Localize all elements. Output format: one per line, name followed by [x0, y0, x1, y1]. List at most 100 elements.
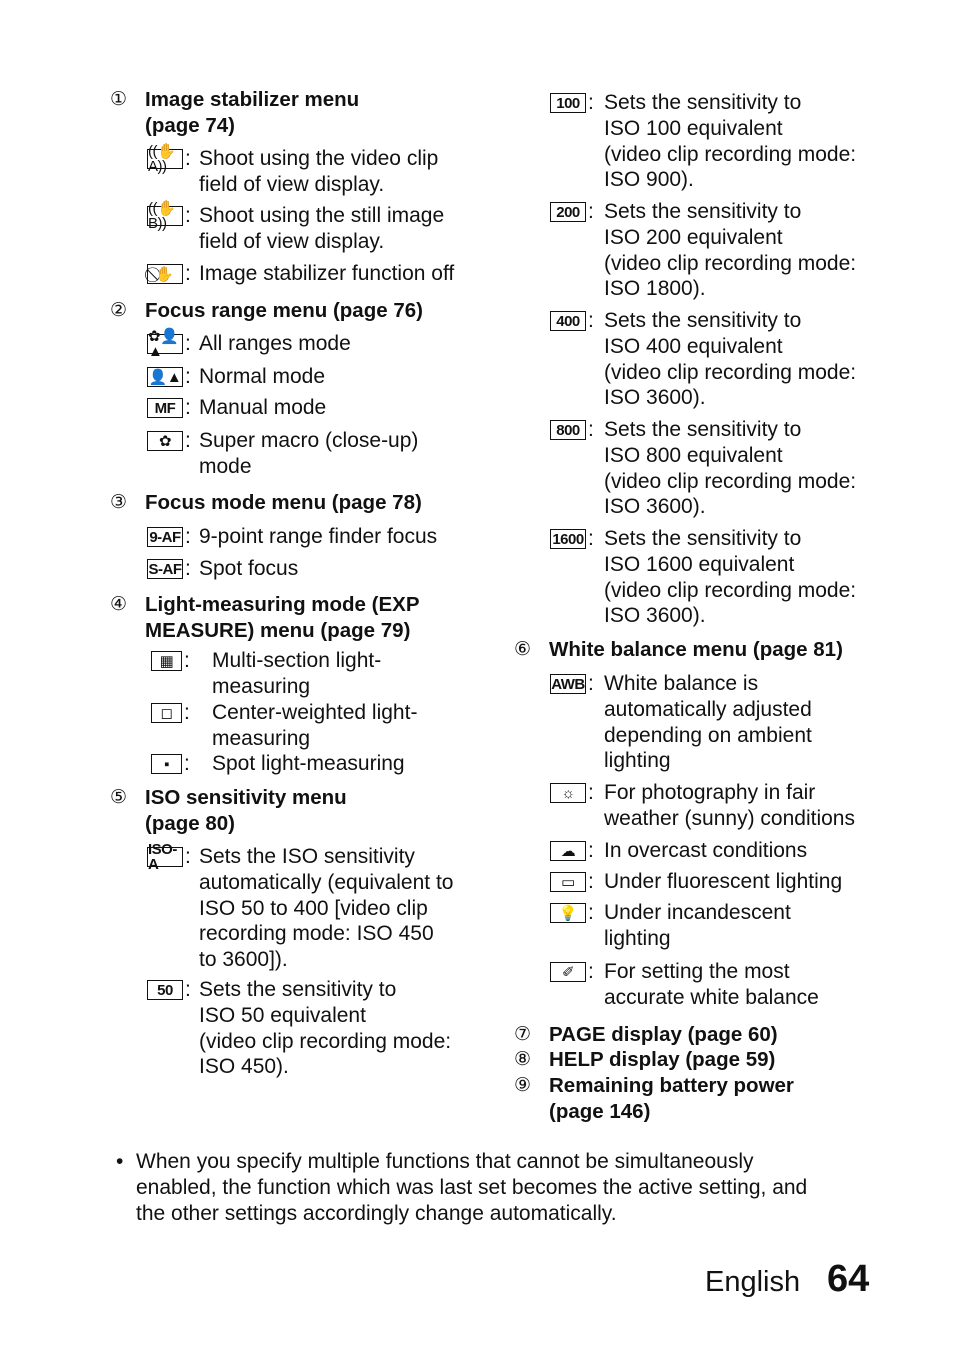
- item-description: For photography in fair: [604, 781, 816, 804]
- item-description: Sets the sensitivity to: [604, 200, 802, 223]
- colon: :: [185, 978, 191, 1001]
- colon: :: [185, 262, 191, 285]
- item-description: (video clip recording mode:: [199, 1029, 452, 1053]
- section-heading: Focus mode menu (page 78): [145, 491, 422, 514]
- super-macro-icon: ✿: [147, 431, 183, 451]
- item-description: (video clip recording mode:: [604, 142, 857, 166]
- section-heading: PAGE display (page 60): [549, 1023, 778, 1046]
- section-number: ⑥: [514, 639, 532, 660]
- footer-language: English: [705, 1266, 801, 1298]
- colon: :: [185, 557, 191, 580]
- item-description: recording mode: ISO 450: [199, 922, 434, 946]
- iso-auto-icon: ISO-A: [147, 842, 183, 872]
- section-number: ②: [110, 300, 128, 321]
- item-description: Sets the sensitivity to: [604, 91, 802, 114]
- spot-metering-icon: ▪: [151, 754, 182, 774]
- iso-400-icon: 400: [550, 311, 586, 331]
- item-description: measuring: [212, 726, 311, 750]
- colon: :: [184, 649, 190, 672]
- section-heading: Focus range menu (page 76): [145, 299, 423, 322]
- item-description: (video clip recording mode:: [604, 360, 857, 384]
- center-weighted-metering-icon: ◻: [151, 703, 182, 723]
- section-number: ③: [110, 492, 128, 513]
- colon: :: [588, 901, 594, 924]
- item-description: Shoot using the video clip: [199, 147, 439, 170]
- colon: :: [184, 752, 190, 775]
- colon: :: [185, 525, 191, 548]
- section-heading: (page 80): [145, 811, 235, 835]
- item-description: White balance is: [604, 672, 759, 695]
- item-description: ISO 200 equivalent: [604, 225, 783, 249]
- section-number: ⑨: [514, 1075, 532, 1096]
- all-ranges-icon: ✿👤▲: [147, 329, 183, 359]
- colon: :: [185, 204, 191, 227]
- item-description: (video clip recording mode:: [604, 251, 857, 275]
- item-description: field of view display.: [199, 172, 385, 196]
- colon: :: [185, 332, 191, 355]
- 9-point-af-icon: 9-AF: [147, 527, 183, 547]
- item-description: ISO 450).: [199, 1055, 289, 1079]
- item-description: Multi-section light-: [212, 649, 382, 672]
- item-description: (video clip recording mode:: [604, 469, 857, 493]
- section-heading: MEASURE) menu (page 79): [145, 618, 411, 642]
- item-description: (video clip recording mode:: [604, 578, 857, 602]
- item-description: Shoot using the still image: [199, 204, 445, 227]
- section-number: ⑦: [514, 1024, 532, 1045]
- colon: :: [588, 418, 594, 441]
- fluorescent-icon: ▭: [550, 872, 586, 892]
- item-description: Manual mode: [199, 396, 327, 419]
- item-description: Sets the sensitivity to: [604, 527, 802, 550]
- auto-white-balance-icon: AWB: [550, 674, 586, 694]
- item-description: ISO 50 equivalent: [199, 1003, 366, 1027]
- sunny-icon: ☼: [550, 783, 586, 803]
- stabilizer-off-icon: ⃠✋: [147, 264, 183, 284]
- normal-mode-icon: 👤▲: [147, 367, 183, 387]
- item-description: ISO 1800).: [604, 277, 706, 301]
- section-heading: ISO sensitivity menu: [145, 786, 347, 809]
- item-description: ISO 900).: [604, 168, 694, 192]
- item-description: ISO 100 equivalent: [604, 116, 783, 140]
- section-number: ⑧: [514, 1049, 532, 1070]
- item-description: ISO 1600 equivalent: [604, 552, 795, 576]
- stabilizer-video-icon: ((✋A)): [147, 144, 183, 174]
- note-text: the other settings accordingly change au…: [136, 1201, 617, 1225]
- item-description: measuring: [212, 674, 311, 698]
- colon: :: [588, 870, 594, 893]
- colon: :: [588, 960, 594, 983]
- section-heading: Light-measuring mode (EXP: [145, 593, 420, 616]
- item-description: Super macro (close-up): [199, 429, 419, 452]
- section-heading: HELP display (page 59): [549, 1048, 776, 1071]
- note-text: enabled, the function which was last set…: [136, 1175, 808, 1199]
- iso-1600-icon: 1600: [550, 529, 586, 549]
- item-description: Spot light-measuring: [212, 752, 405, 775]
- item-description: ISO 800 equivalent: [604, 443, 783, 467]
- spot-af-icon: S-AF: [147, 559, 183, 579]
- iso-800-icon: 800: [550, 420, 586, 440]
- item-description: ISO 400 equivalent: [604, 334, 783, 358]
- note-text: When you specify multiple functions that…: [136, 1150, 754, 1173]
- item-description: depending on ambient: [604, 723, 812, 747]
- section-heading: Remaining battery power: [549, 1074, 794, 1097]
- section-heading: White balance menu (page 81): [549, 638, 843, 661]
- item-description: accurate white balance: [604, 985, 819, 1009]
- item-description: Sets the sensitivity to: [604, 309, 802, 332]
- item-description: Normal mode: [199, 365, 326, 388]
- colon: :: [588, 91, 594, 114]
- item-description: field of view display.: [199, 229, 385, 253]
- item-description: Under incandescent: [604, 901, 791, 924]
- colon: :: [185, 365, 191, 388]
- item-description: In overcast conditions: [604, 839, 808, 862]
- colon: :: [588, 527, 594, 550]
- colon: :: [588, 309, 594, 332]
- custom-white-balance-icon: ✐: [550, 962, 586, 982]
- item-description: For setting the most: [604, 960, 790, 983]
- item-description: Sets the sensitivity to: [199, 978, 397, 1001]
- colon: :: [588, 781, 594, 804]
- item-description: All ranges mode: [199, 332, 351, 355]
- colon: :: [588, 839, 594, 862]
- item-description: Sets the ISO sensitivity: [199, 845, 415, 868]
- section-number: ④: [110, 594, 128, 615]
- iso-200-icon: 200: [550, 202, 586, 222]
- item-description: automatically (equivalent to: [199, 870, 454, 894]
- iso-50-icon: 50: [147, 980, 183, 1000]
